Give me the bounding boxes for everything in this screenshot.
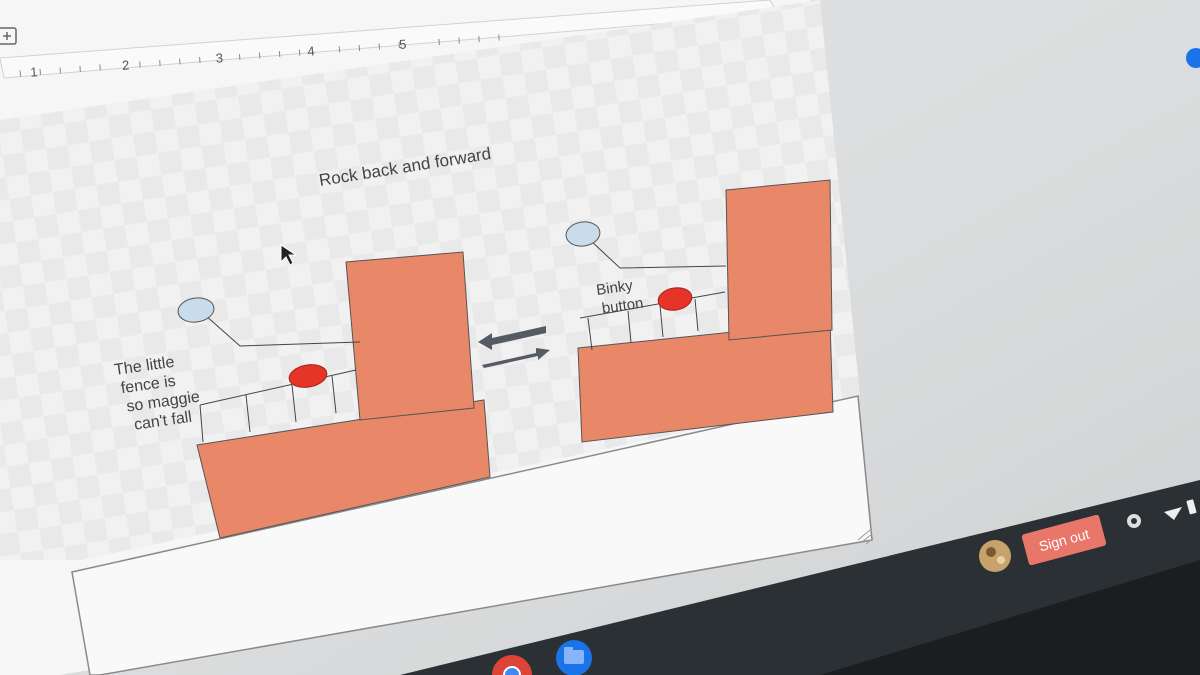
ruler-tick-3: 3: [215, 50, 223, 66]
ruler-tick-4: 4: [307, 43, 315, 59]
screen: 1 2 3 4 5 Rock back and forward The litt…: [0, 0, 1200, 675]
ruler-tick-5: 5: [399, 36, 407, 52]
gear-icon[interactable]: [1127, 514, 1141, 528]
ruler-tick-1: 1: [30, 64, 38, 80]
avatar[interactable]: [979, 540, 1011, 572]
files-icon[interactable]: [556, 640, 592, 675]
right-back-block: [725, 179, 833, 341]
ruler-tick-2: 2: [121, 57, 129, 73]
left-back-block: [345, 251, 475, 421]
